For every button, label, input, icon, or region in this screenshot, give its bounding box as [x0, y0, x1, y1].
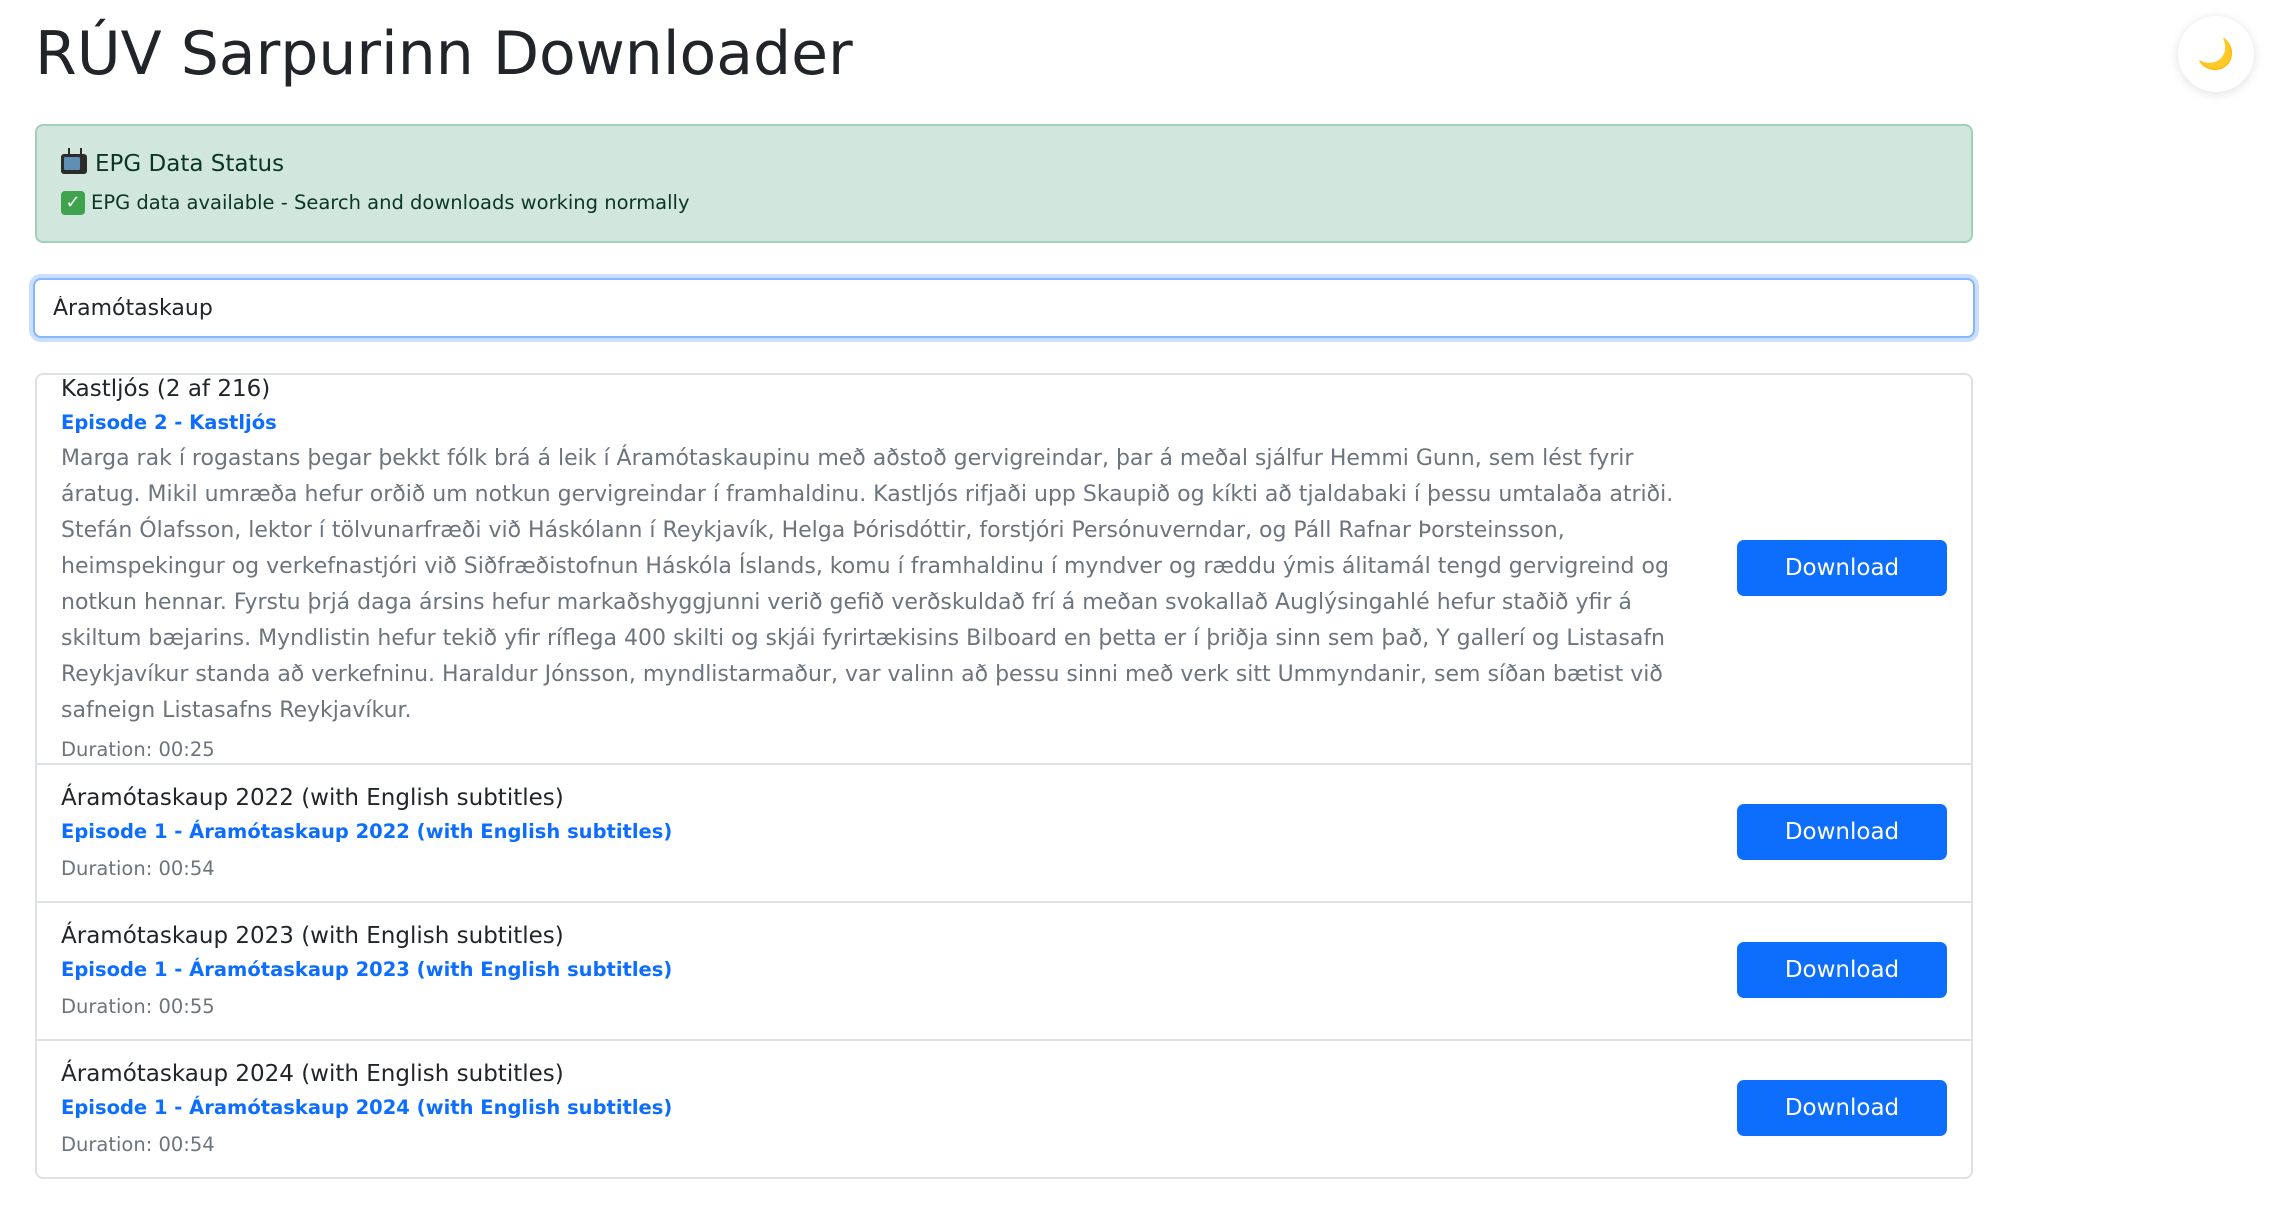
show-title: Áramótaskaup 2024 (with English subtitle… — [61, 1061, 564, 1087]
episode-link[interactable]: Episode 1 - Áramótaskaup 2024 (with Engl… — [61, 1092, 672, 1124]
list-item-body: Áramótaskaup 2023 (with English subtitle… — [61, 918, 1737, 1022]
download-button[interactable]: Download — [1737, 804, 1947, 860]
epg-status-alert: EPG Data Status ✓ EPG data available - S… — [35, 124, 1973, 243]
episode-link[interactable]: Episode 1 - Áramótaskaup 2022 (with Engl… — [61, 816, 672, 848]
show-title: Áramótaskaup 2022 (with English subtitle… — [61, 785, 564, 811]
epg-status-message-text: EPG data available - Search and download… — [91, 191, 690, 214]
page: RÚV Sarpurinn Downloader 🌙 EPG Data Stat… — [0, 0, 2269, 1209]
show-title: Áramótaskaup 2023 (with English subtitle… — [61, 923, 564, 949]
episode-description: Marga rak í rogastans þegar þekkt fólk b… — [61, 446, 1674, 723]
list-item-body: Kastljós (2 af 216) Episode 2 - Kastljós… — [61, 375, 1737, 765]
episode-duration: Duration: 00:25 — [61, 738, 215, 761]
theme-toggle-button[interactable]: 🌙 — [2178, 16, 2254, 92]
show-title: Kastljós (2 af 216) — [61, 376, 271, 402]
episode-duration: Duration: 00:54 — [61, 1133, 215, 1156]
moon-icon: 🌙 — [2197, 36, 2235, 72]
episode-duration: Duration: 00:54 — [61, 857, 215, 880]
epg-status-message: ✓ EPG data available - Search and downlo… — [61, 188, 1947, 218]
download-button[interactable]: Download — [1737, 942, 1947, 998]
tv-icon — [61, 154, 87, 174]
episode-link[interactable]: Episode 1 - Áramótaskaup 2023 (with Engl… — [61, 954, 672, 986]
list-item: Kastljós (2 af 216) Episode 2 - Kastljós… — [37, 375, 1971, 763]
list-item-body: Áramótaskaup 2024 (with English subtitle… — [61, 1056, 1737, 1160]
list-item: Áramótaskaup 2023 (with English subtitle… — [37, 901, 1971, 1039]
epg-status-heading: EPG Data Status — [61, 146, 1947, 182]
list-item: Áramótaskaup 2024 (with English subtitle… — [37, 1039, 1971, 1177]
results-list: Kastljós (2 af 216) Episode 2 - Kastljós… — [35, 373, 1973, 1179]
list-item-body: Áramótaskaup 2022 (with English subtitle… — [61, 780, 1737, 884]
epg-status-heading-text: EPG Data Status — [95, 151, 285, 177]
episode-link[interactable]: Episode 2 - Kastljós — [61, 407, 277, 439]
page-title: RÚV Sarpurinn Downloader — [35, 19, 853, 89]
search-input[interactable] — [33, 278, 1975, 338]
download-button[interactable]: Download — [1737, 1080, 1947, 1136]
check-icon: ✓ — [61, 191, 85, 215]
episode-duration: Duration: 00:55 — [61, 995, 215, 1018]
download-button[interactable]: Download — [1737, 540, 1947, 596]
list-item: Áramótaskaup 2022 (with English subtitle… — [37, 763, 1971, 901]
